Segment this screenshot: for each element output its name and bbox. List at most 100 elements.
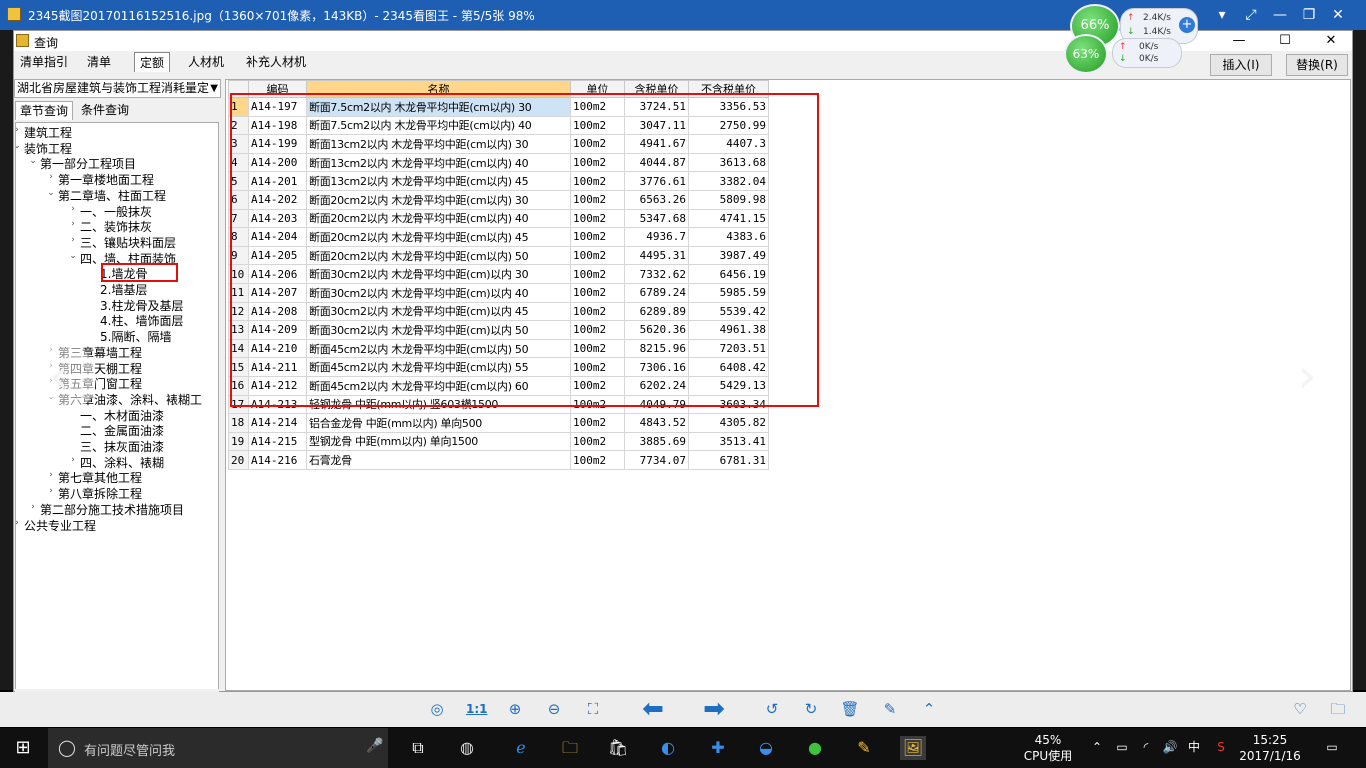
edge-browser-icon[interactable]: ℯ (508, 736, 534, 760)
app-g-icon[interactable]: ◒ (753, 736, 779, 760)
code-cell[interactable]: A14-214 (248, 413, 307, 433)
row-number[interactable]: 18 (228, 413, 249, 433)
app-swirl-icon[interactable]: ◍ (454, 736, 480, 760)
expand-right-icon[interactable]: › (46, 470, 56, 480)
tree-node[interactable]: 一、一般抹灰 (80, 204, 152, 220)
rotate-right-icon[interactable]: ↻ (801, 699, 821, 719)
task-view-icon[interactable]: ⧉ (405, 736, 431, 760)
expand-right-icon[interactable]: › (68, 219, 78, 229)
net-price-cell[interactable]: 4305.82 (688, 413, 769, 433)
chevron-up-icon[interactable]: ⌃ (1090, 740, 1104, 754)
expand-right-icon[interactable]: › (68, 455, 78, 465)
wifi-icon[interactable]: ◜ (1138, 740, 1154, 754)
tab-list[interactable]: 清单 (80, 52, 118, 72)
net-price-cell[interactable]: 3513.41 (688, 431, 769, 452)
tree-node[interactable]: 四、涂料、裱糊 (80, 455, 164, 471)
store-icon[interactable]: 🛍 (605, 736, 631, 760)
expand-right-icon[interactable]: › (46, 486, 56, 496)
expand-down-icon[interactable]: ⌄ (28, 156, 38, 166)
table-row[interactable]: 18 A14-214 铝合金龙骨 中距(mm以内) 单向500 100m2 4843.5… (228, 413, 769, 433)
tree-node[interactable]: 一、木材面油漆 (80, 408, 164, 424)
tree-node[interactable]: 3.柱龙骨及基层 (100, 298, 183, 314)
sogou-icon[interactable]: S (1212, 740, 1230, 754)
tab-chapter-search[interactable]: 章节查询 (15, 101, 73, 120)
expand-down-icon[interactable]: ⌄ (68, 251, 78, 261)
add-icon[interactable]: + (1179, 17, 1195, 33)
browser-2345-icon[interactable]: ◐ (655, 736, 681, 760)
tree-node[interactable]: 第一部分工程项目 (40, 156, 136, 172)
tax-price-cell[interactable]: 3885.69 (624, 431, 689, 452)
net-price-cell[interactable]: 6781.31 (688, 450, 769, 470)
tree-node[interactable]: 第一章楼地面工程 (58, 172, 154, 188)
tree-node[interactable]: 第二部分施工技术措施项目 (40, 502, 184, 518)
microphone-icon[interactable]: 🎤 (366, 738, 383, 754)
code-cell[interactable]: A14-216 (248, 450, 307, 470)
name-cell[interactable]: 铝合金龙骨 中距(mm以内) 单向500 (306, 413, 571, 433)
minimize-button[interactable]: — (1270, 6, 1290, 24)
row-number[interactable]: 19 (228, 431, 249, 452)
maximize-button[interactable]: ❐ (1299, 6, 1319, 24)
tree-node[interactable]: 二、金属面油漆 (80, 423, 164, 439)
tree-node[interactable]: 装饰工程 (24, 141, 72, 157)
next-arrow-icon[interactable]: ➡ (697, 696, 731, 722)
unit-cell[interactable]: 100m2 (570, 431, 625, 452)
delete-icon[interactable]: 🗑 (840, 699, 860, 719)
app-notes-icon[interactable]: ✎ (851, 736, 877, 760)
next-image-button[interactable]: › (1270, 341, 1344, 415)
zoom-in-icon[interactable]: ⊕ (505, 699, 525, 719)
fit-window-icon[interactable]: ⛶ (583, 699, 603, 719)
close-button[interactable]: ✕ (1328, 6, 1348, 24)
previous-arrow-icon[interactable]: ⬅ (636, 696, 670, 722)
volume-icon[interactable]: 🔊 (1162, 740, 1178, 754)
tree-node[interactable]: 2.墙基层 (100, 282, 147, 298)
tab-list-guide[interactable]: 清单指引 (16, 52, 72, 72)
tab-quota[interactable]: 定额 (134, 52, 170, 72)
expand-right-icon[interactable]: › (68, 235, 78, 245)
search-box[interactable]: ◯ 有问题尽管问我 🎤 (48, 728, 388, 768)
actual-size-button[interactable]: 1:1 (466, 699, 488, 719)
tree-node[interactable]: 三、抹灰面油漆 (80, 439, 164, 455)
rotate-left-icon[interactable]: ↺ (762, 699, 782, 719)
network-device-icon[interactable]: ▭ (1114, 740, 1130, 754)
window-close-button[interactable]: ✕ (1308, 31, 1354, 51)
table-row[interactable]: 19 A14-215 型钢龙骨 中距(mm以内) 单向1500 100m2 3885.6… (228, 431, 769, 452)
fullscreen-icon[interactable]: ⤢ (1241, 6, 1261, 24)
tree-node[interactable]: 4.柱、墙饰面层 (100, 313, 183, 329)
tree-node[interactable]: 建筑工程 (24, 125, 72, 141)
expand-right-icon[interactable]: › (16, 125, 22, 135)
table-row[interactable]: 20 A14-216 石膏龙骨 100m2 7734.07 6781.31 (228, 450, 769, 470)
tree-node[interactable]: 公共专业工程 (24, 518, 96, 534)
tax-price-cell[interactable]: 4843.52 (624, 413, 689, 433)
favorite-heart-icon[interactable]: ♡ (1290, 699, 1310, 719)
replace-button[interactable]: 替换(R) (1286, 54, 1348, 76)
zoom-out-icon[interactable]: ⊖ (544, 699, 564, 719)
collapse-up-icon[interactable]: ⌃ (919, 699, 939, 719)
ime-indicator[interactable]: 中 (1186, 740, 1202, 754)
name-cell[interactable]: 型钢龙骨 中距(mm以内) 单向1500 (306, 431, 571, 452)
expand-right-icon[interactable]: › (16, 518, 22, 528)
library-select[interactable]: 湖北省房屋建筑与装饰工程消耗量定 ▼ (14, 79, 221, 98)
tab-labor-material-machine[interactable]: 人材机 (182, 52, 230, 72)
expand-right-icon[interactable]: › (28, 502, 38, 512)
name-cell[interactable]: 石膏龙骨 (306, 450, 571, 470)
notification-icon[interactable]: ▭ (1322, 740, 1342, 754)
expand-right-icon[interactable]: › (46, 172, 56, 182)
app-green-icon[interactable]: ● (802, 736, 828, 760)
tax-price-cell[interactable]: 7734.07 (624, 450, 689, 470)
tab-supplement[interactable]: 补充人材机 (240, 52, 312, 72)
file-explorer-icon[interactable]: 🗀 (557, 736, 583, 760)
expand-down-icon[interactable]: ⌄ (46, 188, 56, 198)
tree-node[interactable]: 第二章墙、柱面工程 (58, 188, 166, 204)
tree-node[interactable]: 二、装饰抹灰 (80, 219, 152, 235)
windows-start-icon[interactable]: ⊞ (10, 736, 36, 760)
previous-image-button[interactable]: ‹ (22, 341, 96, 415)
image-viewer-taskbar-icon[interactable]: 🖼 (900, 736, 926, 760)
unit-cell[interactable]: 100m2 (570, 413, 625, 433)
mouse-icon[interactable]: ◎ (427, 699, 447, 719)
row-number[interactable]: 20 (228, 450, 249, 470)
menu-dropdown-icon[interactable]: ▾ (1212, 6, 1232, 24)
window-maximize-button[interactable]: ☐ (1262, 31, 1308, 51)
tree-node[interactable]: 第八章拆除工程 (58, 486, 142, 502)
tree-node[interactable]: 第七章其他工程 (58, 470, 142, 486)
expand-down-icon[interactable]: ⌄ (16, 141, 22, 151)
